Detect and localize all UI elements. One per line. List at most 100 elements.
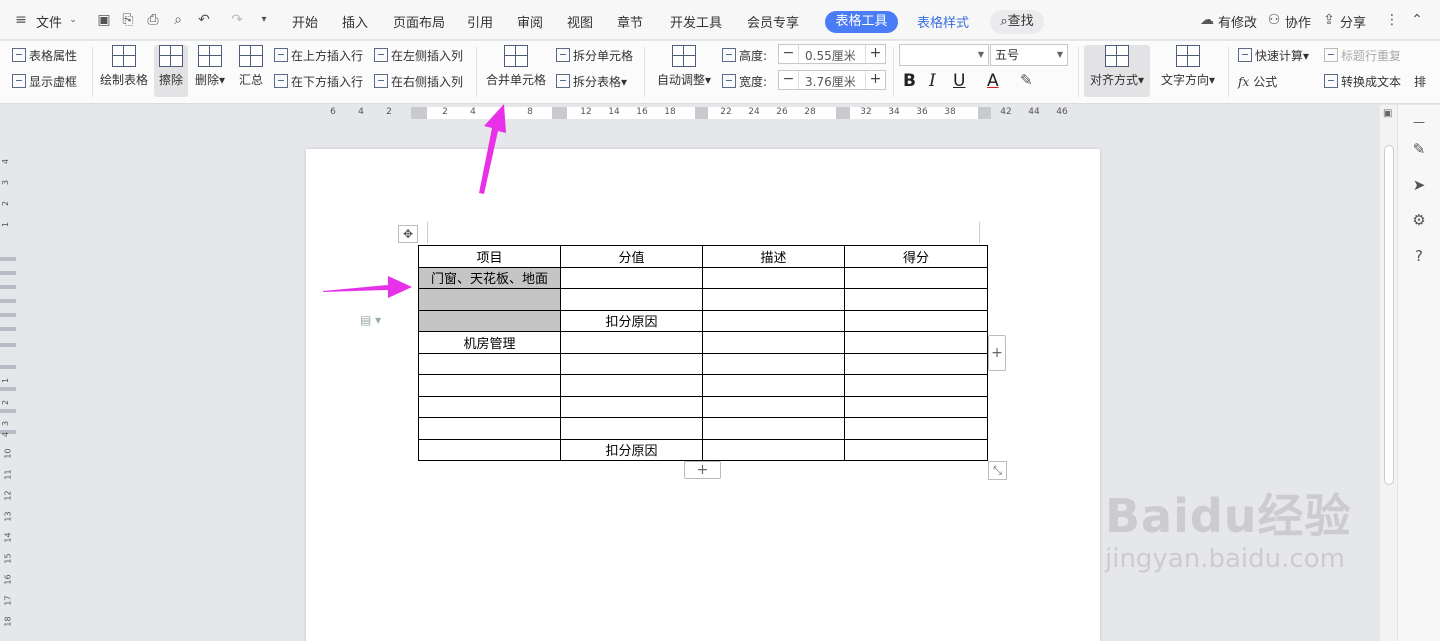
document-table[interactable]: 项目 分值 描述 得分 门窗、天花板、地面 扣分原因 机房管理 扣分原因 xyxy=(418,245,988,461)
header-repeat-button[interactable]: 标题行重复 xyxy=(1324,47,1401,64)
hamburger-icon[interactable]: ≡ xyxy=(14,13,28,27)
insert-col-right-button[interactable]: 在右侧插入列 xyxy=(374,73,463,90)
auto-fit-button[interactable]: 自动调整▾ xyxy=(655,45,713,88)
font-size-select[interactable]: 五号 ▼ xyxy=(990,44,1068,66)
table-move-handle[interactable]: ✥ xyxy=(398,225,418,243)
italic-button[interactable]: I xyxy=(929,71,936,91)
table-header-cell[interactable]: 描述 xyxy=(702,245,845,268)
decrease-height-button[interactable]: − xyxy=(779,45,799,63)
increase-height-button[interactable]: + xyxy=(865,45,885,63)
table-cell[interactable] xyxy=(418,417,561,440)
table-cell-selected[interactable] xyxy=(418,309,561,332)
table-cell[interactable] xyxy=(702,288,845,311)
vertical-ruler[interactable]: 4 3 2 1 1 2 3 4 10 11 12 13 14 15 16 17 … xyxy=(0,121,16,641)
undo-icon[interactable]: ↶ xyxy=(197,13,211,27)
font-color-button[interactable]: A xyxy=(987,71,999,91)
collaborate-button[interactable]: 协作 xyxy=(1285,12,1311,31)
collapse-panel-icon[interactable]: — xyxy=(1410,113,1428,131)
table-cell[interactable] xyxy=(702,395,845,418)
table-cell[interactable] xyxy=(844,266,988,289)
font-name-select[interactable]: ▼ xyxy=(899,44,989,66)
erase-button[interactable]: 擦除 xyxy=(154,45,188,97)
has-changes-status[interactable]: 有修改 xyxy=(1218,12,1257,31)
table-cell[interactable] xyxy=(560,288,703,311)
tab-home[interactable]: 开始 xyxy=(292,12,318,31)
customize-toolbar-icon[interactable]: ▾ xyxy=(257,13,271,27)
tab-member[interactable]: 会员专享 xyxy=(747,12,799,31)
col-width-value[interactable]: 3.76厘米 xyxy=(805,73,856,90)
show-gridlines-button[interactable]: 显示虚框 xyxy=(12,73,77,90)
table-cell[interactable] xyxy=(702,309,845,332)
page-nav-icon[interactable]: ▣ xyxy=(1383,108,1392,119)
table-cell[interactable] xyxy=(844,331,988,354)
table-cell[interactable] xyxy=(418,395,561,418)
table-cell[interactable] xyxy=(560,417,703,440)
text-direction-button[interactable]: 文字方向▾ xyxy=(1158,45,1218,88)
table-cell[interactable] xyxy=(418,352,561,375)
help-icon[interactable]: ? xyxy=(1410,247,1428,265)
merge-cells-button[interactable]: 合并单元格 xyxy=(485,45,547,88)
tab-insert[interactable]: 插入 xyxy=(342,12,368,31)
select-cursor-icon[interactable]: ➤ xyxy=(1410,176,1428,194)
table-cell[interactable] xyxy=(702,352,845,375)
table-cell[interactable] xyxy=(560,352,703,375)
print-icon[interactable]: ⎙ xyxy=(146,13,160,27)
table-resize-handle[interactable]: ⤡ xyxy=(988,461,1007,480)
table-header-cell[interactable]: 项目 xyxy=(418,245,561,268)
table-cell[interactable] xyxy=(702,374,845,397)
table-cell[interactable] xyxy=(702,438,845,461)
chevron-down-icon[interactable]: ⌄ xyxy=(66,13,80,27)
table-cell-selected[interactable]: 门窗、天花板、地面 xyxy=(418,266,561,289)
table-cell[interactable] xyxy=(560,266,703,289)
insert-row-above-button[interactable]: 在上方插入行 xyxy=(274,47,363,64)
row-height-value[interactable]: 0.55厘米 xyxy=(805,47,856,64)
table-cell[interactable] xyxy=(418,438,561,461)
redo-icon[interactable]: ↷ xyxy=(230,13,244,27)
row-height-spinner[interactable]: − 0.55厘米 + xyxy=(778,44,886,64)
search-button[interactable]: ⌕查找 xyxy=(990,10,1044,34)
table-cell[interactable] xyxy=(844,395,988,418)
settings-sliders-icon[interactable]: ⚙ xyxy=(1410,211,1428,229)
table-cell[interactable]: 机房管理 xyxy=(418,331,561,354)
scrollbar-thumb[interactable] xyxy=(1384,145,1394,485)
convert-to-text-button[interactable]: 转换成文本 xyxy=(1324,73,1401,90)
tab-table-tools[interactable]: 表格工具 xyxy=(825,11,898,33)
table-cell[interactable] xyxy=(844,417,988,440)
export-icon[interactable]: ⎘ xyxy=(121,13,135,27)
tab-view[interactable]: 视图 xyxy=(567,12,593,31)
table-cell[interactable] xyxy=(844,309,988,332)
table-header-cell[interactable]: 得分 xyxy=(844,245,988,268)
increase-width-button[interactable]: + xyxy=(865,71,885,89)
paragraph-layout-icon[interactable]: ▤ ▾ xyxy=(360,313,381,327)
table-cell[interactable]: 扣分原因 xyxy=(560,438,703,461)
horizontal-ruler[interactable]: 6 4 2 2 4 8 12 14 16 18 22 24 26 28 32 3… xyxy=(0,105,1380,121)
insert-col-left-button[interactable]: 在左侧插入列 xyxy=(374,47,463,64)
table-cell[interactable] xyxy=(702,417,845,440)
table-properties-button[interactable]: 表格属性 xyxy=(12,47,77,64)
align-button[interactable]: 对齐方式▾ xyxy=(1084,45,1150,97)
vertical-scrollbar[interactable]: ▣ xyxy=(1380,105,1397,641)
tab-chapter[interactable]: 章节 xyxy=(617,12,643,31)
insert-row-below-button[interactable]: 在下方插入行 xyxy=(274,73,363,90)
tab-page-layout[interactable]: 页面布局 xyxy=(393,12,445,31)
table-header-cell[interactable]: 分值 xyxy=(560,245,703,268)
table-cell[interactable] xyxy=(702,331,845,354)
table-cell[interactable] xyxy=(560,374,703,397)
table-cell[interactable] xyxy=(844,352,988,375)
split-table-button[interactable]: 拆分表格▾ xyxy=(556,73,627,90)
table-cell-selected[interactable] xyxy=(418,288,561,311)
edit-pen-icon[interactable]: ✎ xyxy=(1410,140,1428,158)
add-column-button[interactable]: + xyxy=(988,335,1006,371)
draw-table-button[interactable]: 绘制表格 xyxy=(99,45,149,88)
underline-button[interactable]: U xyxy=(953,71,965,91)
collapse-ribbon-icon[interactable]: ⌃ xyxy=(1410,13,1424,27)
formula-button[interactable]: fx 公式 xyxy=(1238,73,1277,90)
tab-review[interactable]: 审阅 xyxy=(517,12,543,31)
share-button[interactable]: 分享 xyxy=(1340,12,1366,31)
summary-button[interactable]: 汇总 xyxy=(237,45,265,88)
table-cell[interactable] xyxy=(844,374,988,397)
split-cells-button[interactable]: 拆分单元格 xyxy=(556,47,633,64)
table-cell[interactable] xyxy=(844,438,988,461)
file-menu[interactable]: 文件 xyxy=(36,12,62,31)
delete-button[interactable]: 删除▾ xyxy=(192,45,228,88)
